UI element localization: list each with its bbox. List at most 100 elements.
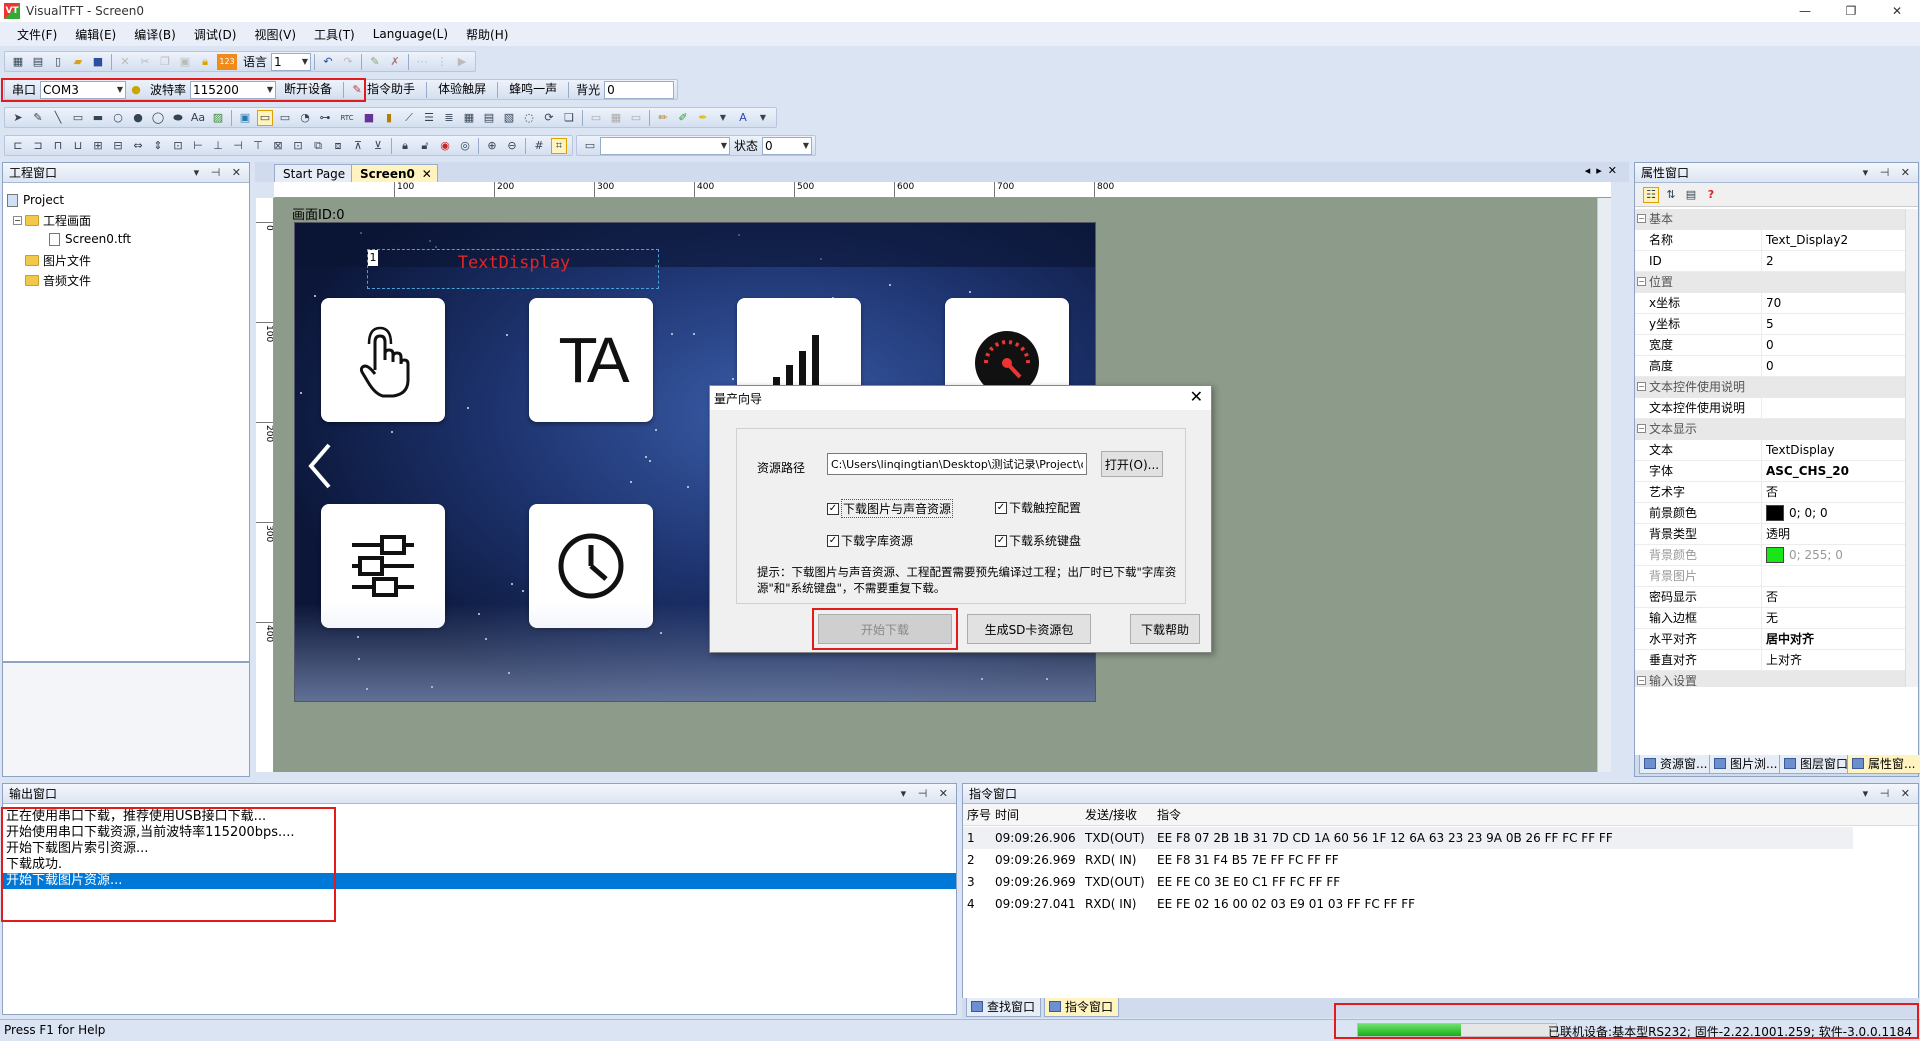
prop-font[interactable]: 字体 ASC_CHS_20 — [1635, 461, 1905, 482]
center-screen-v-icon[interactable]: ⊡ — [290, 138, 306, 154]
dropdown-arrow-icon[interactable]: ▼ — [755, 110, 771, 126]
minimize-button[interactable]: — — [1782, 0, 1828, 22]
prop-password[interactable]: 密码显示否 — [1635, 587, 1905, 608]
language-select[interactable]: 1 ▼ — [271, 52, 312, 71]
menu-control-icon[interactable]: ☰ — [421, 110, 437, 126]
beep-button[interactable]: 蜂鸣一声 — [501, 80, 565, 99]
lock-icon[interactable]: 🔒︎ — [197, 54, 213, 70]
image-icon[interactable]: ▨ — [210, 110, 226, 126]
keyboard-control-icon[interactable]: ▦ — [608, 110, 624, 126]
close-window-button[interactable]: ✕ — [1874, 0, 1920, 22]
prop-width[interactable]: 宽度 0 — [1635, 335, 1905, 356]
table-row[interactable]: 2 09:09:26.969 RXD( IN) EE F8 31 F4 B5 7E F… — [963, 849, 1853, 871]
pointer-icon[interactable]: ➤ — [10, 110, 26, 126]
paste-icon[interactable]: ▣ — [177, 54, 193, 70]
state-select[interactable]: 0 ▼ — [762, 136, 813, 155]
distribute-h-icon[interactable]: ⊣ — [230, 138, 246, 154]
panel-controls[interactable]: ▾ ⊣ ✕ — [194, 163, 245, 183]
resource-path-input[interactable] — [827, 453, 1087, 475]
touch-tile[interactable] — [321, 298, 445, 422]
check-download-keyboard[interactable]: ✓ 下载系统键盘 — [995, 532, 1081, 549]
new-screen-icon[interactable]: ▤ — [30, 54, 46, 70]
grid-icon[interactable]: # — [531, 138, 547, 154]
tab-properties[interactable]: 属性窗... — [1847, 755, 1920, 774]
run-icon[interactable]: ▶ — [454, 54, 470, 70]
save-icon[interactable]: ■ — [90, 54, 106, 70]
text-tile[interactable]: TA — [529, 298, 653, 422]
check-download-images[interactable]: ✓ 下载图片与声音资源 — [827, 499, 954, 518]
undo-icon[interactable]: ↶ — [320, 54, 336, 70]
send-back-icon[interactable]: ⧈ — [330, 138, 346, 154]
menu-build[interactable]: 编译(B) — [125, 26, 185, 43]
panel-controls[interactable]: ▾ ⊣ ✕ — [1863, 163, 1914, 183]
prop-bg-image[interactable]: 背景图片 — [1635, 566, 1905, 587]
redo-icon[interactable]: ↷ — [340, 54, 356, 70]
eye-icon[interactable]: ◎ — [457, 138, 473, 154]
close-icon[interactable]: ✕ — [1190, 388, 1203, 406]
text-tool-icon[interactable]: Aa — [190, 110, 206, 126]
prop-art-font[interactable]: 艺术字否 — [1635, 482, 1905, 503]
tab-layers[interactable]: 图层窗口 — [1779, 755, 1855, 774]
prop-name[interactable]: 名称 Text_Display2 — [1635, 230, 1905, 251]
prop-y[interactable]: y坐标 5 — [1635, 314, 1905, 335]
align-grid-icon[interactable]: ⋮ — [434, 54, 450, 70]
category-basic[interactable]: − 基本 — [1635, 209, 1905, 230]
text-display-control[interactable]: 1 TextDisplay — [367, 249, 659, 289]
move-up-icon[interactable]: ⊼ — [350, 138, 366, 154]
vertical-scrollbar[interactable] — [1597, 198, 1611, 772]
distribute-v-icon[interactable]: ⊤ — [250, 138, 266, 154]
open-button[interactable]: 打开(O)... — [1101, 451, 1163, 477]
lock-icon[interactable]: 🔒︎ — [397, 138, 413, 154]
panel-controls[interactable]: ▾ ⊣ ✕ — [901, 784, 952, 804]
open-folder-icon[interactable]: ▰ — [70, 54, 86, 70]
menu-language[interactable]: Language(L) — [364, 27, 457, 41]
tree-item-images[interactable]: 图片文件 — [25, 252, 91, 269]
tab-command-window[interactable]: 指令窗口 — [1044, 998, 1120, 1017]
align-right-icon[interactable]: ⊐ — [30, 138, 46, 154]
line-icon[interactable]: ╲ — [50, 110, 66, 126]
filled-circle-icon[interactable]: ● — [130, 110, 146, 126]
highlighter-icon[interactable]: ✒ — [695, 110, 711, 126]
property-pages-icon[interactable]: ▤ — [1683, 187, 1699, 203]
new-file-icon[interactable]: ▯ — [50, 54, 66, 70]
tree-item-screens[interactable]: − 工程画面 — [13, 212, 91, 229]
help-icon[interactable]: ? — [1703, 187, 1719, 203]
menu-debug[interactable]: 调试(D) — [185, 26, 246, 43]
grid-icon[interactable]: ⋯ — [414, 54, 430, 70]
collapse-icon[interactable]: − — [13, 216, 22, 225]
pen-icon[interactable]: ✎ — [30, 110, 46, 126]
backlight-input[interactable]: 0 — [604, 80, 675, 99]
command-helper-button[interactable]: 指令助手 — [367, 80, 423, 99]
knob-control-icon[interactable]: ◌ — [521, 110, 537, 126]
sort-alpha-icon[interactable]: ⇅ — [1663, 187, 1679, 203]
unlock-icon[interactable]: 🔓︎ — [417, 138, 433, 154]
rectangle-icon[interactable]: ▭ — [70, 110, 86, 126]
animation-control-icon[interactable]: ■ — [361, 110, 377, 126]
download-help-button[interactable]: 下载帮助 — [1130, 614, 1200, 644]
close-tab-icon[interactable]: ✕ — [422, 165, 432, 183]
menu-tools[interactable]: 工具(T) — [305, 26, 364, 43]
baud-select[interactable]: 115200 ▼ — [190, 80, 277, 99]
table-control-icon[interactable]: ▤ — [481, 110, 497, 126]
disconnect-button[interactable]: 断开设备 — [276, 80, 340, 99]
rtc-control-icon[interactable]: RTC — [337, 110, 357, 126]
tab-start-page[interactable]: Start Page — [274, 164, 355, 182]
progress-control-icon[interactable]: ▭ — [277, 110, 293, 126]
filled-ellipse-icon[interactable]: ⬬ — [170, 110, 186, 126]
same-size-icon[interactable]: ⊡ — [170, 138, 186, 154]
tree-item-project[interactable]: Project — [7, 193, 64, 207]
touch-experience-button[interactable]: 体验触屏 — [430, 80, 494, 99]
check-download-fonts[interactable]: ✓ 下载字库资源 — [827, 532, 913, 549]
tab-nav-controls[interactable]: ◂▸✕ — [1585, 164, 1623, 177]
menu-view[interactable]: 视图(V) — [245, 26, 305, 43]
start-download-button[interactable]: 开始下载 — [818, 614, 952, 644]
prop-input-border[interactable]: 输入边框无 — [1635, 608, 1905, 629]
circle-icon[interactable]: ○ — [110, 110, 126, 126]
icon-control-icon[interactable]: ❏ — [561, 110, 577, 126]
battery-control-icon[interactable]: ▮ — [381, 110, 397, 126]
list-control-icon[interactable]: ≣ — [441, 110, 457, 126]
chevron-left-icon[interactable] — [305, 441, 335, 491]
filled-rectangle-icon[interactable]: ▬ — [90, 110, 106, 126]
eyedropper-icon[interactable]: ✐ — [675, 110, 691, 126]
slider-control-icon[interactable]: ⊶ — [317, 110, 333, 126]
